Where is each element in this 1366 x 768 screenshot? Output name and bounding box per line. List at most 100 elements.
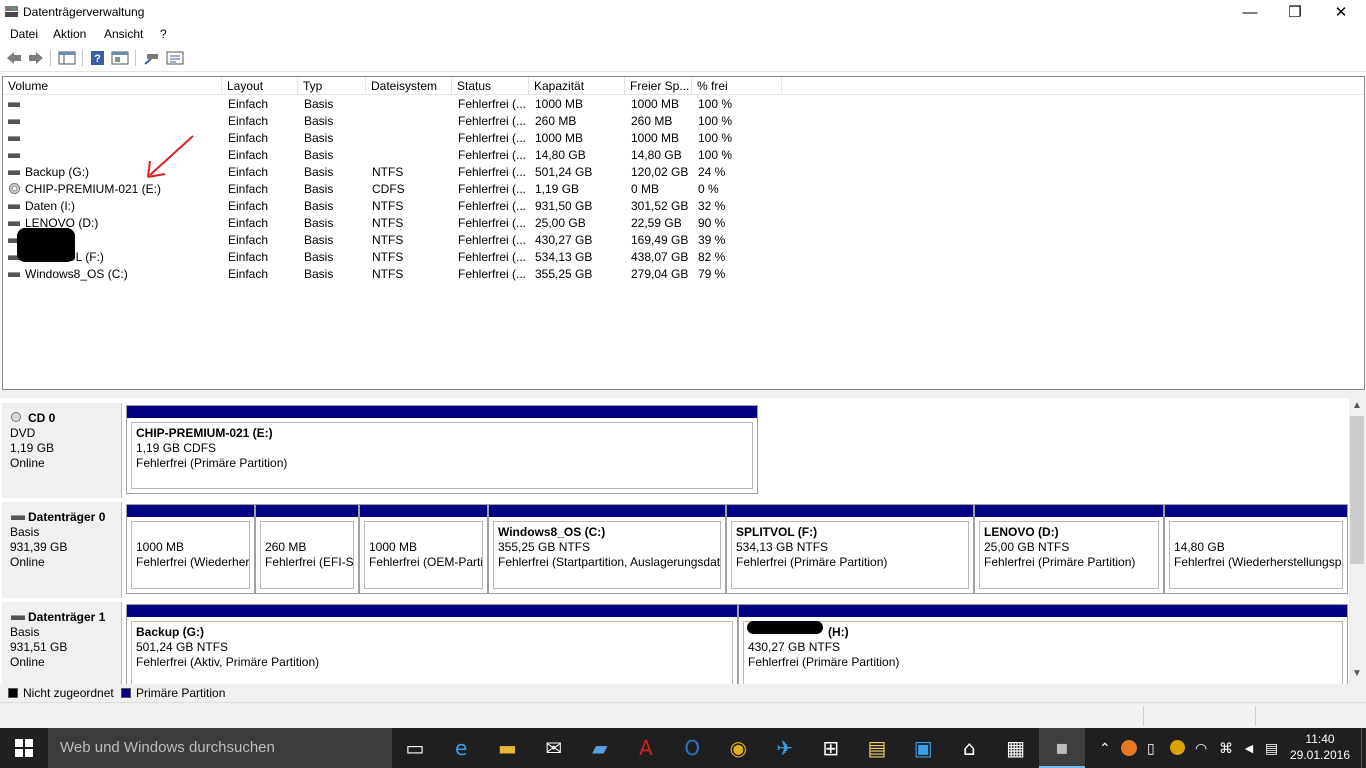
scroll-up-icon[interactable]: ▲	[1352, 400, 1362, 411]
task-view-icon[interactable]: ▭	[392, 728, 438, 768]
disk-label-0[interactable]: CD 0 DVD 1,19 GB Online	[2, 403, 122, 498]
column-header-layout[interactable]: Layout	[222, 77, 298, 95]
home-icon[interactable]: ⌂	[946, 728, 992, 768]
connect-icon[interactable]	[143, 50, 161, 66]
volume-row[interactable]: LENOVO (D:) Einfach Basis NTFS Fehlerfrei (.…	[3, 215, 1003, 232]
forward-icon[interactable]	[27, 50, 45, 66]
partition-size: 1,19 GB CDFS	[136, 441, 217, 455]
store-icon[interactable]: ⊞	[808, 728, 854, 768]
menu-ansicht[interactable]: Ansicht	[104, 27, 143, 41]
volume-row[interactable]: Daten (I:) Einfach Basis NTFS Fehlerfrei (..…	[3, 198, 1003, 215]
partition-size: 501,24 GB NTFS	[136, 640, 229, 654]
partition-block[interactable]: SPLITVOL (F:) 534,13 GB NTFS Fehlerfrei (P…	[726, 504, 974, 594]
start-button[interactable]	[0, 728, 48, 768]
taskbar-search-box[interactable]: Web und Windows durchsuchen	[48, 728, 392, 768]
acrobat-icon[interactable]: A	[623, 728, 669, 768]
mail-icon[interactable]: ✉	[531, 728, 577, 768]
show-desktop-button[interactable]	[1361, 728, 1366, 768]
close-button[interactable]: ✕	[1318, 0, 1364, 24]
action-center-icon[interactable]: ▤	[1265, 740, 1278, 757]
column-header-volume[interactable]: Volume	[3, 77, 222, 95]
toolbar-separator	[82, 50, 83, 66]
volume-row[interactable]: Einfach Basis Fehlerfrei (... 1000 MB 1000 M…	[3, 96, 1003, 113]
file-explorer-icon[interactable]: ▬	[484, 728, 530, 768]
partition-block[interactable]: CHIP-PREMIUM-021 (E:) 1,19 GB CDFS Fehlerf…	[126, 405, 758, 494]
column-header-dateisystem[interactable]: Dateisystem	[366, 77, 452, 95]
settings-icon[interactable]	[166, 50, 184, 66]
menu-aktion[interactable]: Aktion	[53, 27, 86, 41]
column-header-status[interactable]: Status	[452, 77, 529, 95]
battery-icon[interactable]: ▯	[1147, 740, 1155, 757]
partition-block[interactable]: 1000 MBFehlerfrei (Wiederherstellungspar…	[126, 504, 255, 594]
cell-status: Fehlerfrei (...	[458, 165, 527, 179]
partition-block[interactable]: 1000 MBFehlerfrei (OEM-Partition)	[359, 504, 488, 594]
cell-freier-speicher: 169,49 GB	[631, 233, 689, 247]
volume-row[interactable]: Einfach Basis Fehlerfrei (... 260 MB 260 MB 1…	[3, 113, 1003, 130]
status-bar	[0, 702, 1366, 728]
volume-icon[interactable]: ◄	[1242, 740, 1256, 756]
partition-name: LENOVO (D:)	[984, 525, 1059, 539]
remote-desktop-icon-glyph: ▣	[913, 736, 933, 760]
column-header-prozent-frei[interactable]: % frei	[692, 77, 782, 95]
volume-row[interactable]: SPLITVOL (F:)EinfachBasisNTFSFehlerfrei …	[3, 249, 1003, 266]
disk-management-icon[interactable]: ▪	[1038, 728, 1085, 768]
clock[interactable]: 11:40 29.01.2016	[1285, 731, 1355, 763]
maximize-button[interactable]: ❐	[1272, 0, 1318, 24]
thunderbird-icon[interactable]: ✈	[762, 728, 808, 768]
cell-freier-speicher: 120,02 GB	[631, 165, 689, 179]
volume-row[interactable]: Windows8_OS (C:) Einfach Basis NTFS Fehlerfr…	[3, 266, 1003, 283]
cell-dateisystem: NTFS	[372, 250, 404, 264]
help-icon[interactable]: ?	[89, 50, 107, 66]
disk-label-1[interactable]: Datenträger 0 Basis 931,39 GB Online	[2, 502, 122, 598]
remote-desktop-icon[interactable]: ▣	[900, 728, 946, 768]
partition-type-bar	[256, 505, 358, 517]
windows-logo-icon	[15, 739, 33, 757]
partition-block[interactable]: LENOVO (D:) 25,00 GB NTFS Fehlerfrei (Prim…	[974, 504, 1164, 594]
pane-splitter[interactable]	[0, 390, 1366, 398]
status-divider	[1255, 706, 1256, 726]
cell-status: Fehlerfrei (...	[458, 199, 527, 213]
documents-icon[interactable]: ▤	[854, 728, 900, 768]
volume-row[interactable]: ppie (H:)EinfachBasisNTFSFehlerfrei (...…	[3, 232, 1003, 249]
volume-row[interactable]: CHIP-PREMIUM-021 (E:) Einfach Basis CDFS Feh…	[3, 181, 1003, 198]
outlook-icon[interactable]: O	[669, 728, 715, 768]
wifi-icon[interactable]: ◠	[1195, 740, 1207, 757]
console-tree-icon[interactable]	[58, 50, 76, 66]
partition-block[interactable]: Windows8_OS (C:) 355,25 GB NTFS Fehlerfrei…	[488, 504, 726, 594]
back-icon[interactable]	[5, 50, 23, 66]
network-tray-icon[interactable]: ⌘	[1219, 740, 1233, 757]
disk-label-2[interactable]: Datenträger 1 Basis 931,51 GB Online	[2, 602, 122, 684]
tray-app-icon[interactable]	[1121, 740, 1137, 756]
menu-help[interactable]: ?	[160, 27, 167, 41]
edge-icon[interactable]: e	[438, 728, 484, 768]
cell-layout: Einfach	[228, 165, 269, 179]
properties-icon[interactable]	[111, 50, 129, 66]
chrome-icon[interactable]: ◉	[715, 728, 761, 768]
cell-kapazitaet: 1000 MB	[535, 131, 584, 145]
column-header-typ[interactable]: Typ	[298, 77, 366, 95]
cell-kapazitaet: 14,80 GB	[535, 148, 586, 162]
cell-prozent-frei: 100 %	[698, 114, 733, 128]
column-header-freier-speicher[interactable]: Freier Sp...	[625, 77, 692, 95]
partition-block[interactable]: (H:) 430,27 GB NTFS Fehlerfrei (Primäre Pa…	[738, 604, 1348, 684]
partition-block[interactable]: 260 MBFehlerfrei (EFI-Systempartition)	[255, 504, 359, 594]
cell-prozent-frei: 32 %	[698, 199, 726, 213]
scroll-down-icon[interactable]: ▼	[1352, 668, 1362, 679]
column-header-kapazitaet[interactable]: Kapazität	[529, 77, 625, 95]
edge-icon-glyph: e	[455, 736, 468, 760]
partition-status: Fehlerfrei (Startpartition, Auslagerungs…	[498, 555, 721, 569]
partition-block[interactable]: Backup (G:) 501,24 GB NTFS Fehlerfrei (Akt…	[126, 604, 738, 684]
network-icon[interactable]: ▰	[577, 728, 623, 768]
disk-name: CD 0	[10, 411, 121, 426]
minimize-button[interactable]: —	[1227, 0, 1273, 24]
cell-dateisystem: NTFS	[372, 199, 404, 213]
partition-block[interactable]: 14,80 GBFehlerfrei (Wiederherstellungspa…	[1164, 504, 1348, 594]
scrollbar-thumb[interactable]	[1350, 416, 1364, 564]
tray-overflow-icon[interactable]: ⌃	[1099, 740, 1111, 757]
cell-kapazitaet: 260 MB	[535, 114, 577, 128]
menu-datei[interactable]: Datei	[10, 27, 38, 41]
cell-freier-speicher: 14,80 GB	[631, 148, 682, 162]
cd-drive-icon	[9, 183, 20, 194]
calculator-icon[interactable]: ▦	[993, 728, 1039, 768]
tray-update-icon[interactable]	[1170, 740, 1185, 755]
